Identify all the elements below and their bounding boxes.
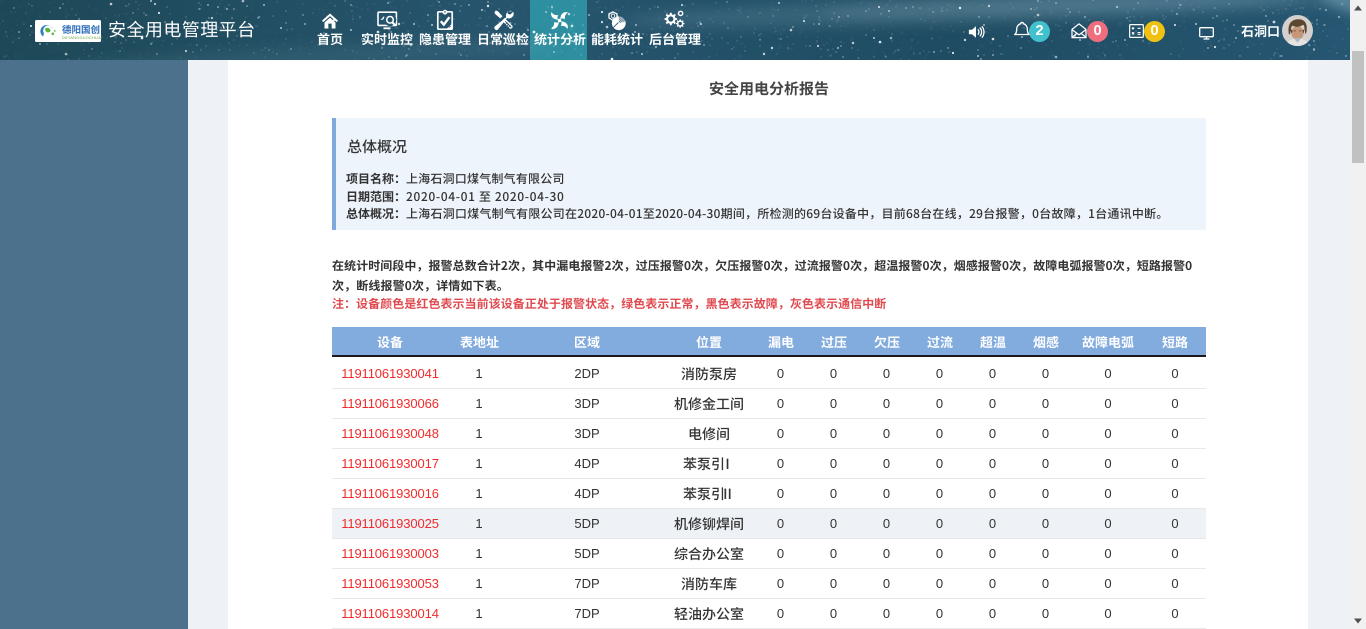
svg-text:DEYANGGUOCHUANG: DEYANGGUOCHUANG: [62, 36, 102, 40]
